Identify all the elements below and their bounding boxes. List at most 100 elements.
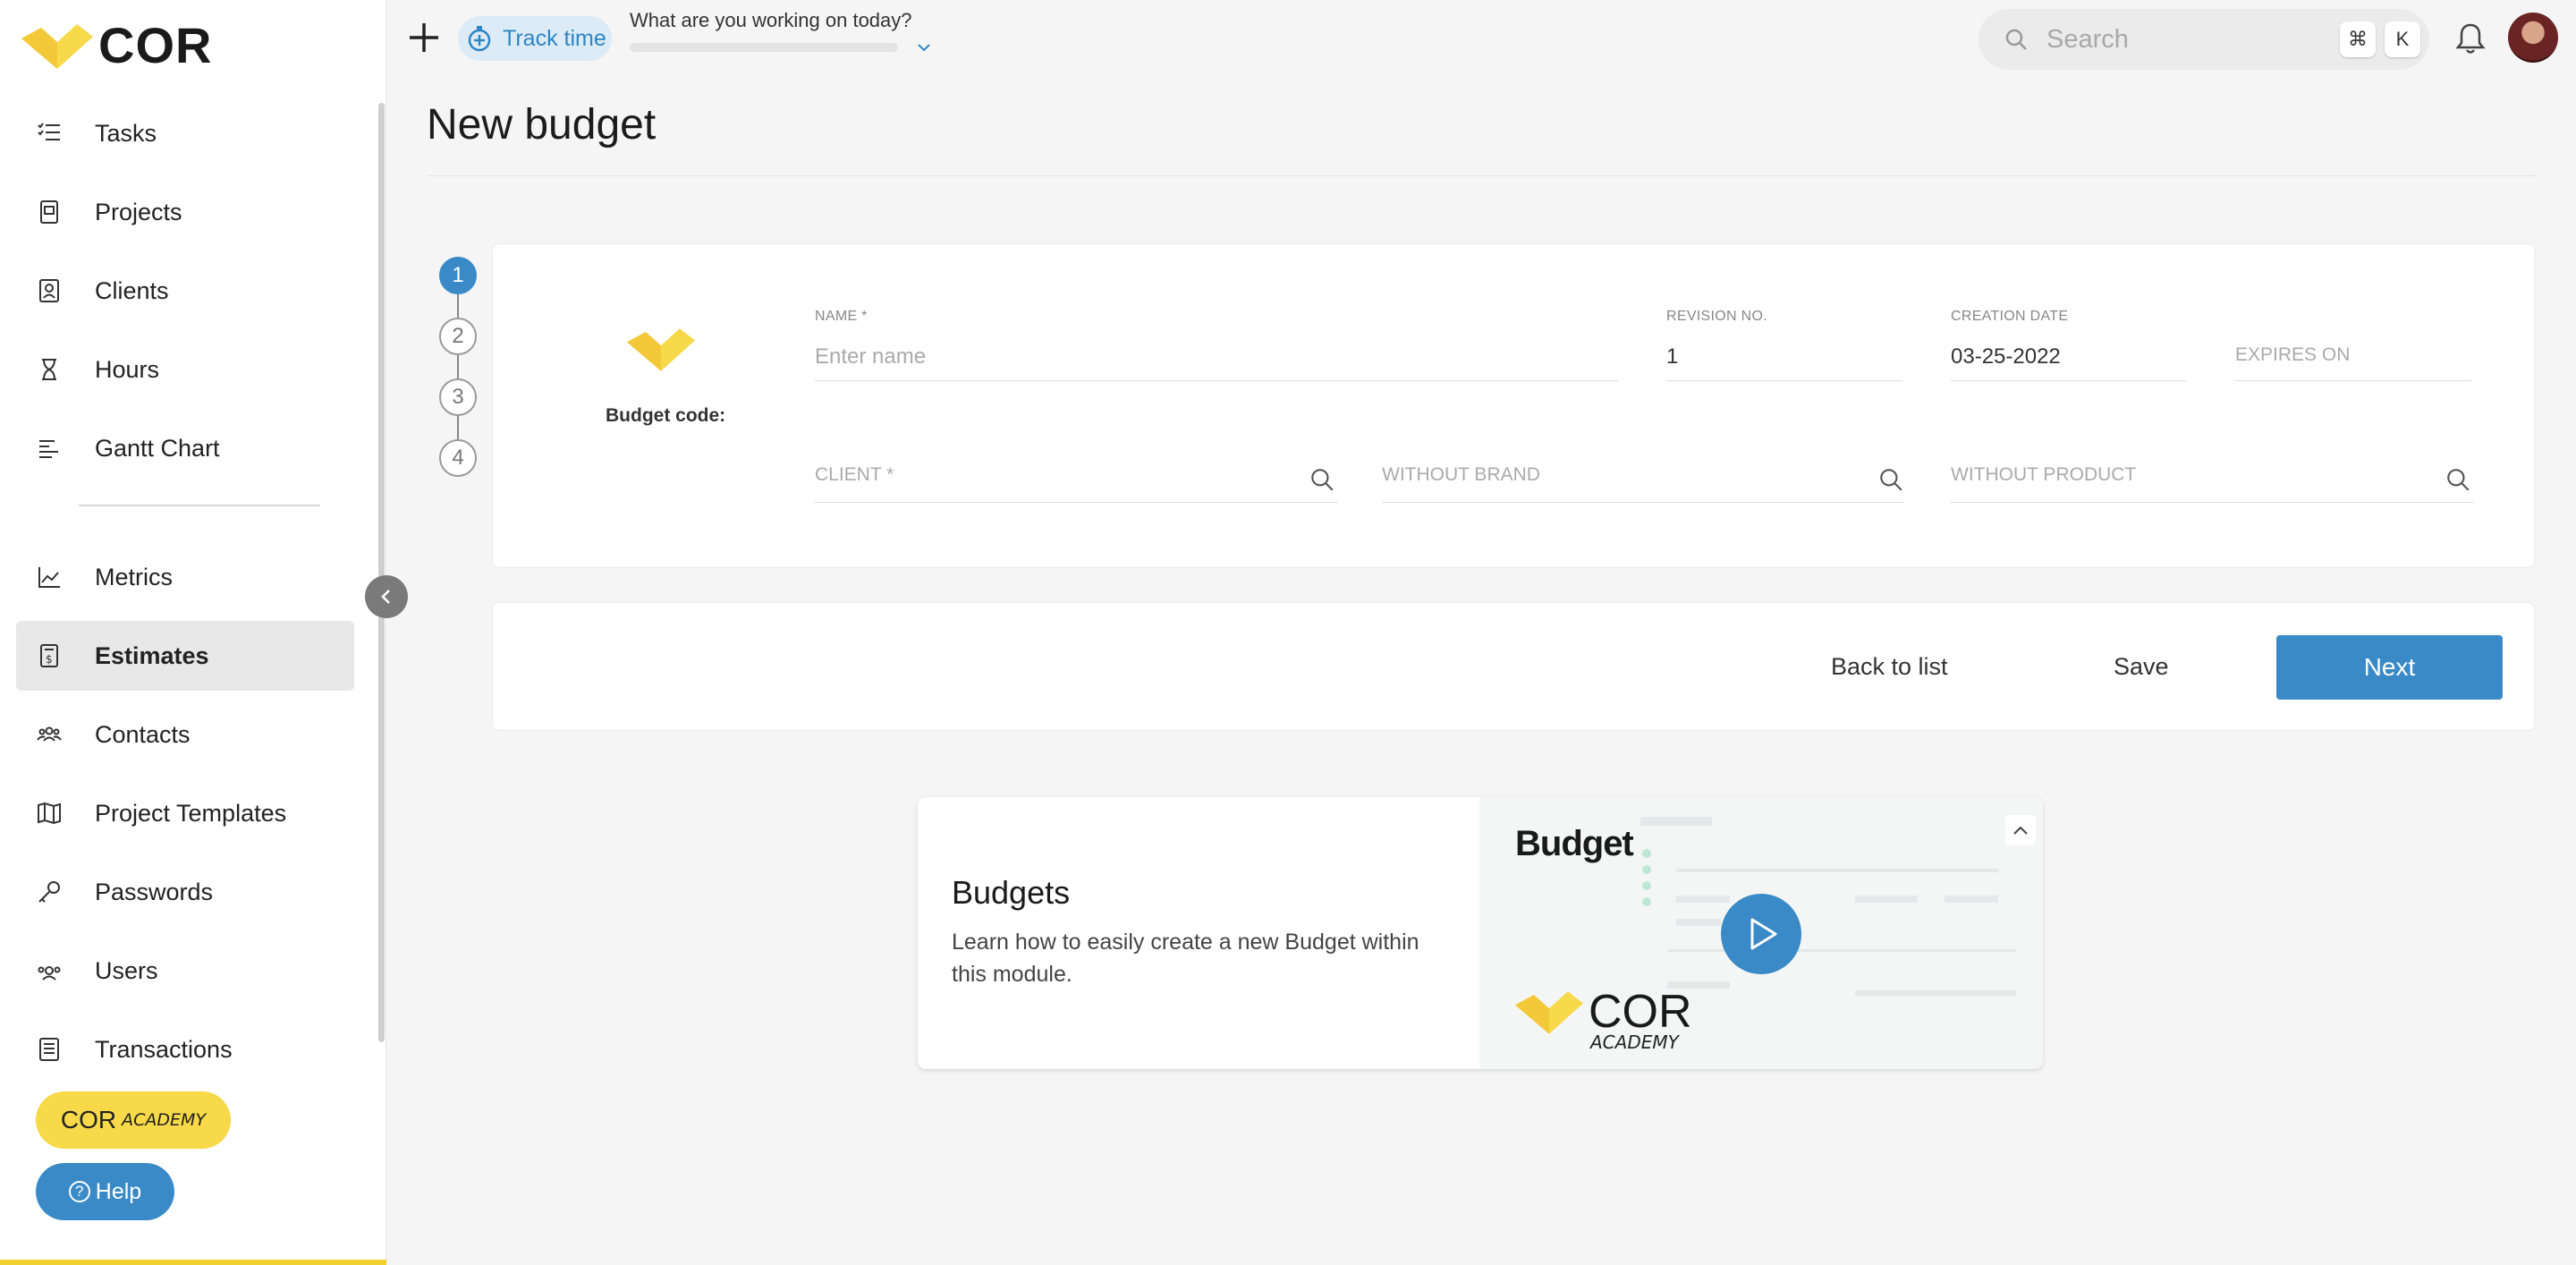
sidebar-item-label: Metrics bbox=[95, 563, 173, 590]
bell-icon bbox=[2455, 23, 2486, 54]
contacts-icon bbox=[36, 721, 63, 748]
sidebar-item-hours[interactable]: Hours bbox=[16, 335, 354, 404]
search-bar[interactable]: Search ⌘ K bbox=[1979, 9, 2429, 70]
thumb-faux-dot bbox=[1642, 897, 1651, 906]
sidebar-item-metrics[interactable]: Metrics bbox=[16, 542, 354, 612]
thumb-faux-dot bbox=[1642, 881, 1651, 890]
thumb-faux-text bbox=[1855, 990, 2016, 996]
collapse-card-button[interactable] bbox=[2005, 815, 2036, 845]
back-to-list-button[interactable]: Back to list bbox=[1831, 653, 1948, 681]
sidebar-bottom-accent bbox=[0, 1260, 386, 1265]
sidebar-item-tasks[interactable]: Tasks bbox=[16, 98, 354, 168]
chevron-left-icon bbox=[381, 590, 390, 604]
sidebar-item-label: Contacts bbox=[95, 720, 191, 748]
academy-brand: COR bbox=[60, 1106, 117, 1133]
play-icon bbox=[1750, 918, 1777, 950]
add-button[interactable] bbox=[406, 20, 442, 58]
topbar: Track time What are you working on today… bbox=[386, 0, 2576, 77]
working-on-question: What are you working on today? bbox=[630, 9, 912, 31]
thumb-faux-line bbox=[1676, 869, 1998, 872]
expires-on-input[interactable]: EXPIRES ON bbox=[2235, 344, 2350, 366]
sidebar-item-projects[interactable]: Projects bbox=[16, 177, 354, 247]
thumb-faux-dot bbox=[1642, 849, 1651, 858]
sidebar-item-label: Clients bbox=[95, 276, 169, 304]
revision-label: REVISION NO. bbox=[1666, 309, 1767, 324]
sidebar-item-gantt-chart[interactable]: Gantt Chart bbox=[16, 413, 354, 483]
user-avatar[interactable] bbox=[2508, 13, 2558, 63]
sidebar-item-project-templates[interactable]: Project Templates bbox=[16, 778, 354, 848]
svg-text:$: $ bbox=[46, 653, 53, 666]
thumb-faux-text bbox=[1676, 896, 1730, 903]
product-input[interactable]: WITHOUT PRODUCT bbox=[1951, 464, 2136, 486]
working-on-input[interactable] bbox=[630, 43, 898, 52]
play-button[interactable] bbox=[1721, 894, 1801, 974]
sidebar-collapse-button[interactable] bbox=[365, 575, 408, 618]
thumb-cor-logo: COR bbox=[1515, 985, 1692, 1039]
help-label: Help bbox=[95, 1178, 142, 1204]
tutorial-title: Budgets bbox=[952, 874, 1071, 911]
sidebar-item-transactions[interactable]: Transactions bbox=[16, 1015, 354, 1084]
cor-logo[interactable]: COR bbox=[21, 16, 212, 74]
chevron-down-icon[interactable] bbox=[916, 41, 932, 58]
name-label: NAME * bbox=[815, 309, 868, 324]
cor-logo-text: COR bbox=[98, 17, 213, 73]
help-icon: ? bbox=[68, 1181, 90, 1202]
search-icon bbox=[2005, 29, 2027, 50]
title-divider bbox=[427, 175, 2536, 176]
plus-icon bbox=[410, 23, 438, 52]
metrics-icon bbox=[36, 564, 63, 590]
step-3[interactable]: 3 bbox=[439, 378, 477, 416]
budget-code-label: Budget code: bbox=[606, 405, 726, 426]
sidebar-item-label: Gantt Chart bbox=[95, 434, 220, 462]
step-4[interactable]: 4 bbox=[439, 439, 477, 477]
step-1[interactable]: 1 bbox=[439, 257, 477, 294]
thumb-faux-text bbox=[1945, 896, 1998, 903]
product-underline bbox=[1951, 502, 2473, 503]
track-time-label: Track time bbox=[503, 25, 606, 51]
creation-date-label: CREATION DATE bbox=[1951, 309, 2069, 324]
brand-input[interactable]: WITHOUT BRAND bbox=[1382, 464, 1540, 486]
sidebar-item-estimates[interactable]: $ Estimates bbox=[16, 621, 354, 691]
shortcut-k-key: K bbox=[2385, 21, 2420, 57]
help-button[interactable]: ? Help bbox=[36, 1163, 174, 1220]
client-input[interactable]: CLIENT * bbox=[815, 464, 894, 486]
key-icon bbox=[36, 879, 63, 905]
transactions-icon bbox=[36, 1036, 63, 1063]
projects-icon bbox=[36, 199, 63, 225]
thumb-faux-text bbox=[1640, 817, 1712, 826]
sidebar-item-clients[interactable]: Clients bbox=[16, 256, 354, 326]
sidebar-item-contacts[interactable]: Contacts bbox=[16, 700, 354, 769]
step-connector bbox=[457, 294, 459, 318]
working-on-selector[interactable]: What are you working on today? bbox=[630, 9, 930, 52]
sidebar-divider bbox=[79, 505, 320, 506]
step-connector bbox=[457, 416, 459, 439]
next-button[interactable]: Next bbox=[2276, 635, 2503, 700]
sidebar-item-passwords[interactable]: Passwords bbox=[16, 857, 354, 927]
track-time-button[interactable]: Track time bbox=[458, 16, 612, 61]
thumb-faux-text bbox=[1676, 919, 1721, 926]
sidebar: COR Tasks Projects Clients Hours Gantt Chart… bbox=[0, 0, 386, 1265]
page-title: New budget bbox=[427, 101, 657, 149]
sidebar-scrollbar[interactable] bbox=[378, 103, 385, 1042]
wizard-stepper: 1 2 3 4 bbox=[439, 257, 479, 477]
name-input[interactable]: Enter name bbox=[815, 344, 926, 369]
thumb-title: Budget bbox=[1515, 824, 1634, 863]
thumb-faux-line bbox=[1667, 949, 2016, 952]
search-input[interactable]: Search bbox=[2046, 25, 2340, 55]
revision-input[interactable]: 1 bbox=[1666, 344, 1678, 369]
creation-date-input[interactable]: 03-25-2022 bbox=[1951, 344, 2061, 369]
notifications-button[interactable] bbox=[2454, 21, 2487, 60]
cor-academy-button[interactable]: COR ACADEMY bbox=[36, 1091, 231, 1149]
save-button[interactable]: Save bbox=[2114, 653, 2169, 681]
cor-logo-icon bbox=[21, 23, 93, 69]
revision-underline bbox=[1666, 380, 1902, 381]
step-2[interactable]: 2 bbox=[439, 318, 477, 355]
sidebar-item-users[interactable]: Users bbox=[16, 936, 354, 1006]
search-icon[interactable] bbox=[1309, 466, 1335, 493]
search-icon[interactable] bbox=[2445, 466, 2471, 493]
creation-date-underline bbox=[1951, 380, 2187, 381]
academy-word: ACADEMY bbox=[122, 1110, 207, 1130]
cor-logo-icon bbox=[1515, 991, 1583, 1034]
search-icon[interactable] bbox=[1877, 466, 1904, 493]
tutorial-video-thumbnail[interactable]: Budget COR ACADEMY bbox=[1479, 797, 2043, 1069]
